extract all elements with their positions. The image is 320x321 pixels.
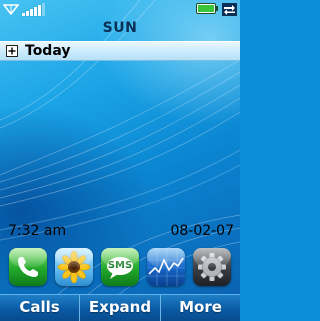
stocks-app-button[interactable] [147,248,185,286]
phone-app-button[interactable] [9,248,47,286]
settings-app-button[interactable] [193,248,231,286]
calls-softkey[interactable]: Calls [0,295,80,321]
expand-softkey[interactable]: Expand [80,295,161,321]
app-dock: SMS [0,246,240,290]
sms-app-button[interactable]: SMS [101,248,139,286]
battery-icon [196,3,218,14]
clock-date: 08-02-07 [170,223,234,239]
softkey-bar: Calls Expand More [0,294,240,321]
today-label: Today [25,43,71,59]
more-softkey[interactable]: More [161,295,240,321]
connection-icon [222,3,237,16]
clock-time: 7:32 am [8,223,67,239]
network-signal-icon [3,4,19,15]
expand-plus-icon[interactable] [6,45,18,57]
day-of-week: SUN [102,20,138,36]
photos-app-button[interactable] [55,248,93,286]
status-bar [0,0,240,18]
signal-strength-bars [22,3,46,16]
today-agenda-row[interactable]: Today [0,41,240,61]
